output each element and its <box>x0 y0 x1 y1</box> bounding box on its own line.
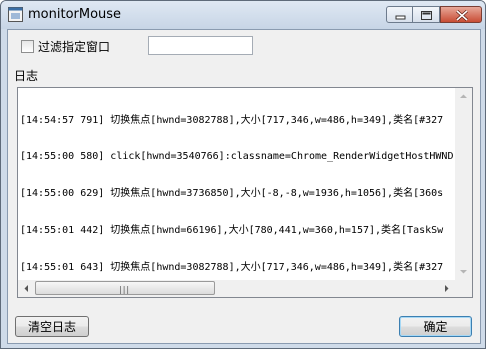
log-line: [14:55:01 643] 切换焦点[hwnd=3082788],大小[717… <box>20 262 444 274</box>
log-line: [14:55:01 442] 切换焦点[hwnd=66196],大小[780,4… <box>20 225 444 237</box>
window-title: monitorMouse <box>28 7 122 22</box>
close-icon <box>455 9 469 22</box>
scroll-right-arrow-icon[interactable] <box>438 280 455 297</box>
minimize-icon <box>395 15 406 20</box>
scroll-left-arrow-icon[interactable] <box>18 280 35 297</box>
log-lines: [14:54:57 791] 切换焦点[hwnd=3082788],大小[717… <box>20 90 457 280</box>
log-line: [14:54:57 791] 切换焦点[hwnd=3082788],大小[717… <box>20 114 444 126</box>
filter-window-label[interactable]: 过滤指定窗口 <box>38 38 110 55</box>
log-textarea[interactable]: [14:54:57 791] 切换焦点[hwnd=3082788],大小[717… <box>17 87 473 298</box>
scroll-up-arrow-icon[interactable] <box>455 88 472 105</box>
ok-button[interactable]: 确定 <box>399 316 472 337</box>
title-bar[interactable]: monitorMouse <box>1 1 485 29</box>
window-client-area: 过滤指定窗口 日志 [14:54:57 791] 切换焦点[hwnd=30827… <box>7 29 481 344</box>
minimize-button[interactable] <box>386 6 413 23</box>
log-line: [14:55:00 580] click[hwnd=3540766]:class… <box>20 151 457 163</box>
horizontal-scroll-thumb[interactable]: ||| <box>35 281 215 295</box>
maximize-icon <box>421 11 432 20</box>
horizontal-scrollbar[interactable]: ||| <box>18 280 455 297</box>
scroll-grip-icon: ||| <box>119 285 131 294</box>
clear-log-button[interactable]: 清空日志 <box>15 316 89 337</box>
log-label: 日志 <box>14 69 39 83</box>
scrollbar-corner <box>455 280 472 297</box>
maximize-button[interactable] <box>413 6 440 23</box>
vertical-scrollbar[interactable] <box>455 88 472 280</box>
close-button[interactable] <box>440 6 482 23</box>
app-window-icon <box>8 7 23 22</box>
scroll-down-arrow-icon[interactable] <box>455 263 472 280</box>
filter-window-checkbox[interactable] <box>21 40 34 53</box>
log-line: [14:55:00 629] 切换焦点[hwnd=3736850],大小[-8,… <box>20 188 444 200</box>
main-window: monitorMouse 过滤指定窗口 日志 [14:54:57 791] 切换… <box>0 0 486 349</box>
filter-window-input[interactable] <box>148 36 253 55</box>
